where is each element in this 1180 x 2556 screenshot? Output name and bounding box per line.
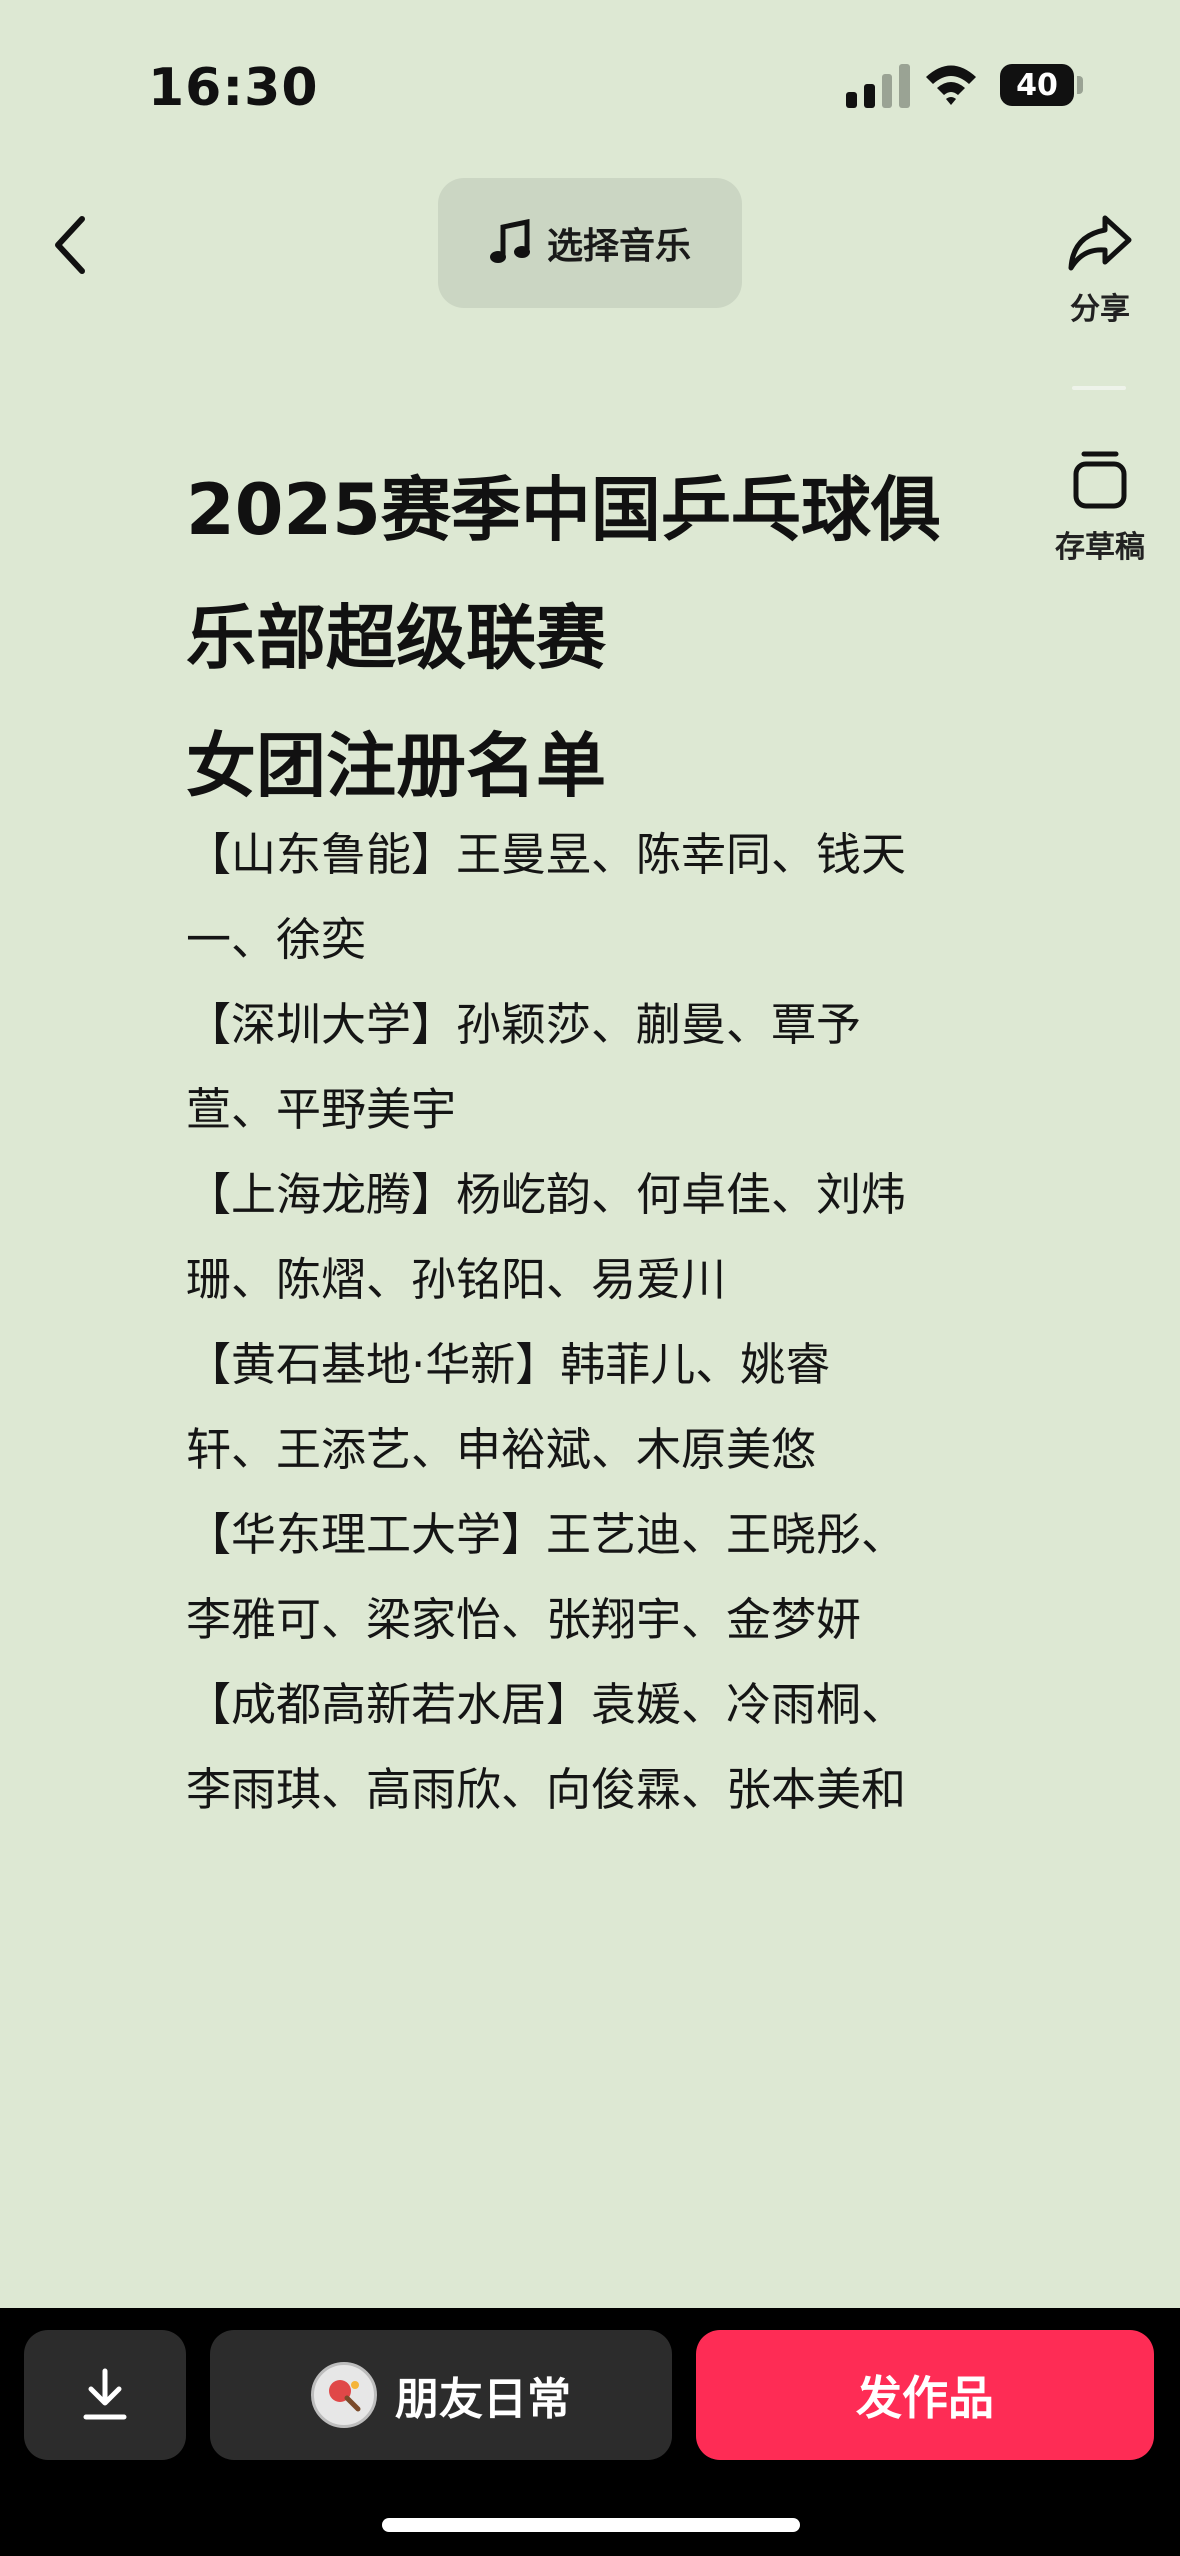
share-label: 分享 — [1070, 292, 1130, 327]
battery-tip — [1077, 76, 1083, 94]
ping-pong-icon — [329, 2380, 361, 2412]
friends-daily-button[interactable]: 朋友日常 — [210, 2330, 672, 2460]
body-line: 李雅可、梁家怡、张翔宇、金梦妍 — [186, 1593, 862, 1646]
body-line: 【黄石基地·华新】韩菲儿、姚睿 — [186, 1338, 831, 1391]
share-arrow-icon — [1068, 215, 1132, 271]
back-button[interactable] — [40, 200, 100, 290]
save-draft-button[interactable]: 存草稿 — [1040, 450, 1160, 566]
post-title: 2025赛季中国乒乓球俱 乐部超级联赛 女团注册名单 — [186, 446, 1016, 830]
body-line: 珊、陈熠、孙铭阳、易爱川 — [186, 1253, 727, 1306]
body-line: 一、徐奕 — [186, 913, 367, 966]
share-button[interactable]: 分享 — [1040, 212, 1160, 328]
draft-box-icon — [1073, 451, 1127, 509]
avatar — [311, 2362, 377, 2428]
battery-icon: 40 — [1000, 64, 1074, 106]
select-music-button[interactable]: 选择音乐 — [438, 178, 742, 308]
body-line: 【上海龙腾】杨屹韵、何卓佳、刘炜 — [186, 1168, 907, 1221]
toolbar-divider — [1072, 386, 1126, 390]
body-line: 【成都高新若水居】袁媛、冷雨桐、 — [186, 1678, 907, 1731]
download-icon — [83, 2368, 127, 2420]
battery-level: 40 — [1016, 67, 1058, 103]
title-line: 女团注册名单 — [186, 725, 606, 807]
cellular-signal-icon — [846, 62, 910, 108]
download-button[interactable] — [24, 2330, 186, 2460]
save-draft-label: 存草稿 — [1055, 530, 1145, 565]
music-note-icon — [489, 219, 530, 263]
body-line: 【深圳大学】孙颖莎、蒯曼、覃予 — [186, 998, 862, 1051]
publish-button[interactable]: 发作品 — [696, 2330, 1154, 2460]
chevron-left-icon — [55, 216, 85, 274]
title-line: 乐部超级联赛 — [186, 597, 606, 679]
home-indicator[interactable] — [382, 2518, 800, 2532]
body-line: 【山东鲁能】王曼昱、陈幸同、钱天 — [186, 828, 907, 881]
wifi-icon — [926, 65, 976, 105]
body-line: 萱、平野美宇 — [186, 1083, 457, 1136]
friends-daily-label: 朋友日常 — [395, 2374, 571, 2425]
body-line: 李雨琪、高雨欣、向俊霖、张本美和 — [186, 1763, 907, 1816]
body-line: 轩、王添艺、申裕斌、木原美悠 — [186, 1423, 817, 1476]
publish-label: 发作品 — [856, 2371, 994, 2425]
post-body: 【山东鲁能】王曼昱、陈幸同、钱天 一、徐奕 【深圳大学】孙颖莎、蒯曼、覃予 萱、… — [186, 812, 1016, 1832]
select-music-label: 选择音乐 — [546, 226, 691, 267]
body-line: 【华东理工大学】王艺迪、王晓彤、 — [186, 1508, 907, 1561]
title-line: 2025赛季中国乒乓球俱 — [186, 469, 941, 551]
status-time: 16:30 — [148, 58, 319, 118]
